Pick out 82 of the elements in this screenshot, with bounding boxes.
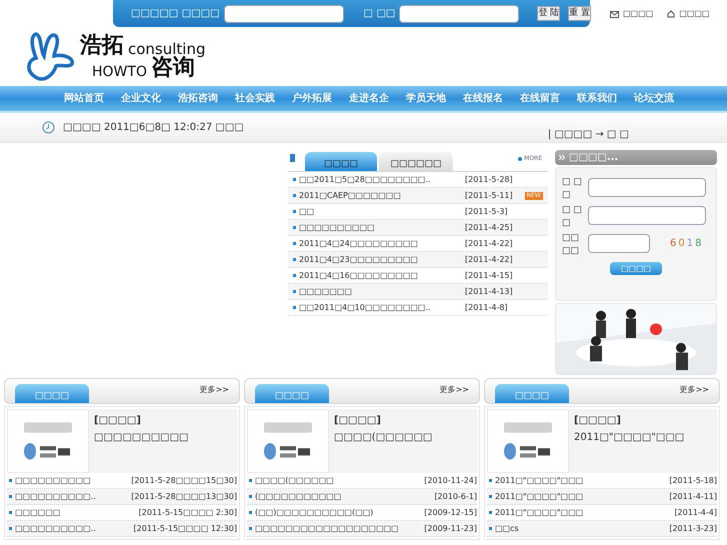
square-icon [290,154,295,162]
date-time-text: □□□□ 2011□6□8□ 12:0:27 □□□ [63,121,244,135]
column-item-date: [2011-5-28□□□□15□30] [130,474,237,486]
column-item-title[interactable]: □□□□□□□□□□□□□□□□□□□ [255,522,399,534]
news-date: [2011-5-3] [465,206,508,218]
logo-en-top: consulting [128,42,206,56]
logo-en-bottom: HOWTO [92,64,147,78]
column-item-date: [2010-11-24] [423,474,477,486]
news-title[interactable]: 2011□4□23□□□□□□□□□ [299,254,465,266]
column-item-title[interactable]: □□□□□□□□□□ [15,474,91,486]
more-link[interactable]: 更多>> [200,384,229,396]
password-field[interactable] [588,206,706,225]
location-breadcrumb: | □□□□ → □ □ [548,128,629,142]
column-item-date: [2011-5-28□□□□13□30] [130,490,237,502]
news-date: [2011-4-25] [465,222,513,234]
column-item-date: [2011-5-15□□□□ 2:30] [138,506,237,518]
news-date: [2011-4-13] [465,286,513,298]
bullet-icon [518,156,522,160]
column-item-date: [2011-4-11] [668,490,717,502]
feature-title[interactable]: 2011□"□□□□"□□□ [574,430,684,445]
column-item-title[interactable]: □□□□□□ [15,506,60,518]
username-field[interactable] [224,4,344,22]
news-date: [2011-5-11] [465,190,513,202]
news-title[interactable]: 2011□CAEP□□□□□□□ [299,190,465,202]
column-item-title[interactable]: □□cs [495,522,519,534]
column-item-title[interactable]: 2011□"□□□□"□□□ [495,474,584,486]
feature-tag: [□□□□] [94,413,188,428]
column-item-date: [2011-4-4] [673,506,717,518]
header-link[interactable]: □□□□ [610,8,654,20]
column-item-title[interactable]: (□□□□□□□□□□□ [255,490,342,502]
news-date: [2011-4-8] [465,302,508,314]
logo-cn-top: 浩拓 [80,34,124,56]
column-item-date: [2011-3-23] [668,522,717,534]
feature-tag: [□□□□] [574,413,684,428]
news-date: [2011-4-22] [465,254,513,266]
more-link[interactable]: 更多>> [680,384,709,396]
column-item-title[interactable]: (□□)□□□□□□□□□□(□□) [255,506,374,518]
field-label: □ □ □ [562,176,583,202]
column-item-date: [2009-11-23] [423,522,477,534]
news-title[interactable]: □□□□□□□□□□ [299,222,465,234]
column-item-date: [2011-5-15□□□□ 12:30] [132,522,237,534]
column-item-title[interactable]: 2011□"□□□□"□□□ [495,490,584,502]
captcha-field[interactable] [588,234,650,253]
column-item-date: [2011-5-18] [668,474,717,486]
password-label: □ □□ [364,7,396,21]
column-item-date: [2009-12-15] [423,506,477,518]
site-logo[interactable]: 浩拓 consulting HOWTO 咨询 [24,30,206,84]
news-tab[interactable]: □□□□ [305,152,377,171]
member-login-title: □□□□... [569,151,618,165]
password-field[interactable] [399,4,520,22]
double-chevron-icon [559,155,565,160]
field-label: □□□□ [562,232,580,258]
news-date: [2011-5-28] [465,174,513,186]
username-field[interactable] [588,178,706,197]
envelope-icon [610,10,619,18]
login-button[interactable]: 登 陆 [537,6,560,21]
news-date: [2011-4-22] [465,238,513,250]
column-item-title[interactable]: 2011□"□□□□"□□□ [495,506,584,518]
feature-title[interactable]: □□□□(□□□□□□ [334,430,432,445]
news-title[interactable]: 2011□4□24□□□□□□□□□ [299,238,465,250]
field-label: □ □ □ [562,204,583,230]
reset-button[interactable]: 重 置 [568,6,592,21]
more-link[interactable]: 更多>> [440,384,469,396]
news-title[interactable]: □□□□□□□ [299,286,465,298]
feature-tag: [□□□□] [334,413,432,428]
column-item-date: [2010-6-1] [433,490,477,502]
news-title[interactable]: □□2011□4□10□□□□□□□□.. [299,302,465,314]
news-date: [2011-4-15] [465,270,513,282]
username-label: □□□□□ □□□□ [131,7,220,21]
home-icon [667,10,676,18]
news-title[interactable]: 2011□4□16□□□□□□□□□ [299,270,465,282]
column-item-title[interactable]: □□□□□□□□□□.. [15,490,96,502]
header-link[interactable]: □□□□ [667,8,710,20]
news-title[interactable]: □□ [299,206,465,218]
news-title[interactable]: □□2011□5□28□□□□□□□□.. [299,174,465,186]
column-item-title[interactable]: □□□□(□□□□□□ [255,474,334,486]
logo-cn-bottom: 咨询 [150,56,195,78]
clock-icon [42,121,55,134]
column-item-title[interactable]: □□□□□□□□□□.. [15,522,96,534]
news-tab[interactable]: □□□□□□ [379,152,453,171]
feature-title[interactable]: □□□□□□□□□□ [94,430,188,445]
rabbit-logo-icon [24,30,76,84]
